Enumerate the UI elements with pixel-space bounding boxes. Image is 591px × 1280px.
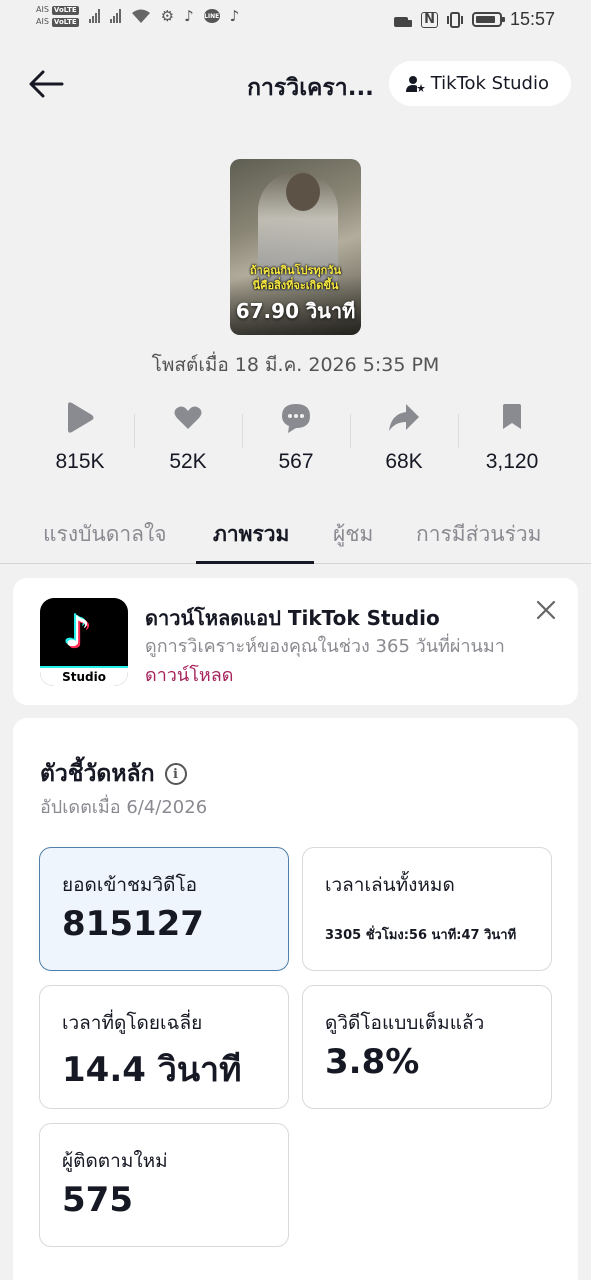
stat-comments: 567 bbox=[242, 398, 350, 488]
download-card-description: ดูการวิเคราะห์ของคุณในช่วง 365 วันที่ผ่า… bbox=[145, 636, 505, 686]
carrier-label: AIS bbox=[36, 5, 49, 14]
volte-badge: VoLTE bbox=[51, 17, 79, 27]
status-bar: AIS VoLTE AIS VoLTE ⚙ ♪ LINE ♪ N 15:57 bbox=[0, 0, 591, 42]
metric-value: 3.8% bbox=[325, 1042, 420, 1082]
signal-icon bbox=[88, 9, 100, 23]
key-metrics-card: ตัวชี้วัดหลัก i อัปเดตเมื่อ 6/4/2026 ยอด… bbox=[13, 718, 578, 1280]
metric-watched-full-video[interactable]: ดูวิดีโอแบบเต็มแล้ว 3.8% bbox=[302, 985, 552, 1109]
carrier-label: AIS bbox=[36, 17, 49, 26]
metric-label: ดูวิดีโอแบบเต็มแล้ว bbox=[325, 1012, 485, 1034]
metric-value: 14.4 วินาที bbox=[62, 1050, 242, 1090]
tab-inspiration[interactable]: แรงบันดาลใจ bbox=[43, 518, 167, 551]
stat-likes: 52K bbox=[134, 398, 242, 488]
tiktok-studio-app-icon: ♪ Studio bbox=[40, 598, 128, 686]
key-metrics-title: ตัวชี้วัดหลัก i bbox=[40, 756, 187, 792]
analytics-tabs: แรงบันดาลใจ ภาพรวม ผู้ชม การมีส่วนร่วม bbox=[0, 508, 591, 564]
battery-icon bbox=[471, 12, 505, 27]
views-count: 815K bbox=[55, 450, 105, 473]
stat-saves: 3,120 bbox=[458, 398, 566, 488]
stat-views: 815K bbox=[26, 398, 134, 488]
metric-label: เวลาเล่นทั้งหมด bbox=[325, 874, 455, 896]
play-icon bbox=[68, 402, 94, 433]
user-star-icon bbox=[405, 75, 425, 92]
video-duration: 67.90 วินาที bbox=[235, 299, 356, 323]
signal-icon bbox=[109, 9, 121, 23]
heart-icon bbox=[174, 406, 202, 429]
tiktok-icon: ♪ bbox=[184, 7, 194, 25]
metric-label: ยอดเข้าชมวิดีโอ bbox=[62, 874, 198, 896]
metric-total-play-time[interactable]: เวลาเล่นทั้งหมด 3305 ชั่วโมง:56 นาที:47 … bbox=[302, 847, 552, 971]
wifi-icon bbox=[131, 9, 150, 23]
clock: 15:57 bbox=[509, 9, 555, 29]
active-tab-indicator bbox=[196, 561, 314, 564]
download-card-title: ดาวน์โหลดแอป TikTok Studio bbox=[145, 606, 440, 630]
metric-average-watch-time[interactable]: เวลาที่ดูโดยเฉลี่ย 14.4 วินาที bbox=[39, 985, 289, 1109]
download-link[interactable]: ดาวน์โหลด bbox=[145, 665, 233, 686]
volte-badge: VoLTE bbox=[51, 5, 79, 15]
close-button[interactable] bbox=[534, 598, 558, 622]
video-caption: ถ้าคุณกินโปรทุกวัน นี่คือสิ่งที่จะเกิดขึ… bbox=[250, 264, 341, 292]
comment-icon bbox=[282, 404, 310, 433]
likes-count: 52K bbox=[169, 450, 207, 473]
download-studio-card: ♪ Studio ดาวน์โหลดแอป TikTok Studio ดูกา… bbox=[13, 578, 578, 705]
vpn-lock-icon bbox=[394, 16, 413, 27]
video-stats: 815K 52K 567 68K 3,120 bbox=[26, 398, 566, 488]
stat-shares: 68K bbox=[350, 398, 458, 488]
tiktok-studio-button[interactable]: TikTok Studio bbox=[388, 61, 571, 106]
metric-video-views[interactable]: ยอดเข้าชมวิดีโอ 815127 bbox=[39, 847, 289, 971]
video-thumbnail[interactable]: ถ้าคุณกินโปรทุกวัน นี่คือสิ่งที่จะเกิดขึ… bbox=[230, 159, 361, 335]
tiktok-icon: ♪ bbox=[229, 7, 240, 25]
metric-label: เวลาที่ดูโดยเฉลี่ย bbox=[62, 1012, 203, 1034]
metric-value: 815127 bbox=[62, 904, 204, 944]
studio-button-label: TikTok Studio bbox=[430, 73, 549, 94]
line-app-icon: LINE bbox=[203, 9, 220, 23]
comments-count: 567 bbox=[278, 450, 314, 473]
metric-value: 575 bbox=[62, 1180, 133, 1220]
vibrate-icon bbox=[446, 11, 463, 28]
gear-icon: ⚙ bbox=[160, 7, 175, 25]
tab-overview[interactable]: ภาพรวม bbox=[213, 518, 289, 551]
metric-value: 3305 ชั่วโมง:56 นาที:47 วินาที bbox=[325, 928, 517, 943]
shares-count: 68K bbox=[385, 450, 423, 473]
tab-viewers[interactable]: ผู้ชม bbox=[333, 518, 373, 551]
header: การวิเครา... TikTok Studio bbox=[0, 58, 591, 110]
tab-engagement[interactable]: การมีส่วนร่วม bbox=[416, 518, 542, 551]
metric-new-followers[interactable]: ผู้ติดตามใหม่ 575 bbox=[39, 1123, 289, 1247]
posted-date: โพสต์เมื่อ 18 มี.ค. 2026 5:35 PM bbox=[151, 354, 440, 376]
metric-label: ผู้ติดตามใหม่ bbox=[62, 1150, 168, 1172]
updated-date: อัปเดตเมื่อ 6/4/2026 bbox=[40, 797, 208, 818]
close-icon bbox=[536, 600, 556, 620]
bookmark-icon bbox=[503, 404, 521, 429]
share-icon bbox=[389, 404, 419, 431]
saves-count: 3,120 bbox=[485, 450, 539, 473]
nfc-icon: N bbox=[421, 11, 438, 28]
info-icon[interactable]: i bbox=[164, 763, 187, 785]
